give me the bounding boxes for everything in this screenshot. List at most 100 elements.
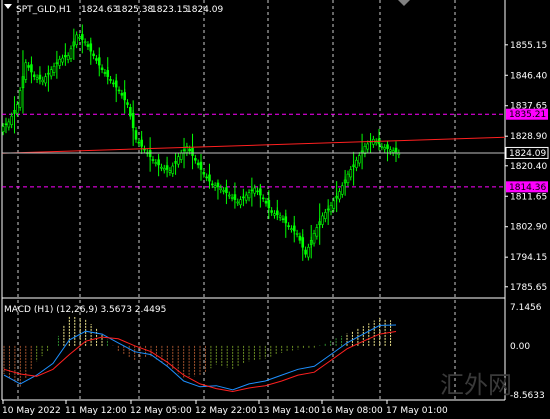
level-label: 1835.21 bbox=[509, 110, 546, 120]
candle-body bbox=[52, 65, 56, 73]
candle-body bbox=[273, 213, 276, 216]
candle-body bbox=[35, 77, 39, 80]
candle-body bbox=[270, 210, 273, 213]
candle-body bbox=[213, 185, 217, 188]
candle-body bbox=[177, 156, 180, 165]
time-tick-label: 17 May 01:00 bbox=[386, 406, 448, 416]
candle-body bbox=[315, 227, 319, 237]
macd-tick-label: 0.00 bbox=[510, 342, 530, 352]
candle-body bbox=[338, 191, 341, 200]
candle-body bbox=[366, 143, 370, 150]
candle-body bbox=[24, 62, 28, 80]
candle-body bbox=[83, 41, 87, 44]
candle-body bbox=[10, 115, 13, 126]
candle-body bbox=[78, 36, 81, 39]
candle-body bbox=[16, 104, 19, 114]
candle-body bbox=[162, 168, 166, 171]
candle-body bbox=[278, 215, 282, 218]
candle-body bbox=[137, 141, 141, 144]
candle-body bbox=[287, 225, 290, 227]
current-price-tag: 1824.09 bbox=[505, 146, 549, 159]
candle-body bbox=[261, 197, 265, 200]
price-tick-label: 1785.65 bbox=[510, 283, 547, 293]
candle-body bbox=[298, 235, 302, 241]
candle-body bbox=[329, 205, 333, 213]
candle-body bbox=[264, 201, 268, 204]
candle-body bbox=[86, 44, 90, 47]
candle-body bbox=[244, 194, 248, 201]
candle-body bbox=[49, 69, 53, 77]
candle-body bbox=[205, 176, 208, 179]
candle-body bbox=[321, 215, 324, 225]
price-tick-label: 1802.90 bbox=[510, 223, 547, 233]
candle-body bbox=[44, 76, 47, 84]
candle-body bbox=[202, 171, 206, 175]
candle-body bbox=[95, 58, 98, 61]
candle-body bbox=[290, 228, 293, 230]
time-tick-label: 16 May 08:00 bbox=[321, 406, 383, 416]
current-price-label: 1824.09 bbox=[509, 149, 546, 159]
watermark-logo: 汇外网 bbox=[440, 371, 512, 399]
candle-body bbox=[168, 170, 172, 173]
candle-body bbox=[188, 148, 191, 152]
candle-body bbox=[32, 74, 36, 77]
candle-body bbox=[103, 72, 107, 74]
candle-body bbox=[160, 166, 163, 169]
candle-body bbox=[389, 149, 392, 152]
ohlc-high: 1825.38 bbox=[116, 5, 153, 15]
price-axis: 1855.151846.401837.651828.901820.401811.… bbox=[505, 41, 547, 293]
chart-header: SPT_GLD,H1 1824.63 1825.38 1823.15 1824.… bbox=[4, 4, 223, 15]
time-tick-label: 12 May 22:00 bbox=[195, 406, 257, 416]
candle-body bbox=[253, 187, 256, 194]
symbol-label: SPT_GLD,H1 bbox=[16, 5, 71, 15]
candle-body bbox=[61, 57, 64, 63]
time-tick-label: 10 May 2022 bbox=[2, 406, 61, 416]
ohlc-low: 1823.15 bbox=[151, 5, 188, 15]
candle-body bbox=[109, 79, 112, 81]
candle-body bbox=[75, 34, 78, 45]
candle-body bbox=[154, 162, 158, 164]
candle-body bbox=[230, 197, 234, 199]
candle-body bbox=[312, 233, 316, 244]
price-tick-label: 1846.40 bbox=[510, 71, 547, 81]
candle-body bbox=[126, 102, 129, 105]
candle-body bbox=[236, 201, 240, 204]
time-tick-label: 12 May 05:00 bbox=[130, 406, 192, 416]
candle-body bbox=[355, 159, 358, 168]
candle-body bbox=[134, 130, 138, 140]
candle-body bbox=[281, 218, 285, 221]
candle-body bbox=[239, 199, 242, 206]
macd-tick-label: -8.5633 bbox=[510, 391, 545, 401]
candle-body bbox=[196, 162, 200, 166]
ohlc-open: 1824.63 bbox=[81, 5, 118, 15]
price-tick-label: 1794.15 bbox=[510, 253, 547, 263]
price-tick-label: 1828.90 bbox=[510, 132, 547, 142]
candle-body bbox=[247, 192, 251, 199]
candle-body bbox=[151, 159, 155, 161]
candle-body bbox=[346, 173, 350, 184]
candle-body bbox=[69, 48, 73, 59]
candle-body bbox=[304, 249, 307, 255]
candle-body bbox=[227, 194, 231, 197]
candle-body bbox=[179, 152, 183, 160]
candle-body bbox=[324, 212, 327, 220]
level-label: 1814.36 bbox=[509, 183, 546, 193]
candle-body bbox=[341, 185, 344, 195]
chart-background bbox=[0, 0, 550, 419]
price-tick-label: 1820.40 bbox=[510, 162, 547, 172]
macd-title: MACD (H1) (12,26,9) 3.5673 2.4495 bbox=[4, 305, 166, 315]
candle-body bbox=[41, 79, 45, 83]
candle-body bbox=[307, 246, 310, 258]
candle-body bbox=[7, 121, 11, 128]
price-tick-label: 1855.15 bbox=[510, 41, 547, 51]
candle-body bbox=[332, 200, 336, 209]
candle-body bbox=[219, 187, 223, 190]
candle-body bbox=[92, 53, 95, 57]
candle-body bbox=[357, 155, 361, 164]
candle-body bbox=[383, 147, 386, 150]
candle-body bbox=[222, 190, 225, 192]
macd-tick-label: 7.1456 bbox=[510, 303, 542, 313]
time-tick-label: 13 May 14:00 bbox=[258, 406, 320, 416]
trading-chart[interactable]: SPT_GLD,H1 1824.63 1825.38 1823.15 1824.… bbox=[0, 0, 550, 419]
candle-body bbox=[58, 58, 61, 66]
